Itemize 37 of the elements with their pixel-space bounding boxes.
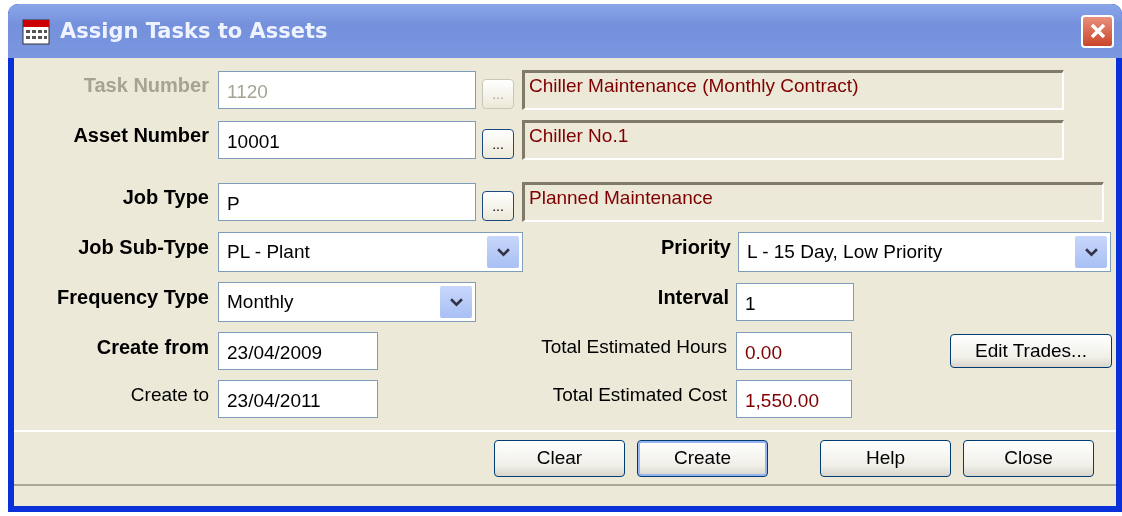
field-label: Total Estimated Hours (540, 335, 727, 358)
dialog-button[interactable]: Clear (494, 439, 625, 477)
field-label: Task Number (82, 73, 209, 97)
dialog-button[interactable]: Help (820, 439, 951, 477)
input-field[interactable]: 1,550.00 (736, 380, 852, 418)
input-field[interactable]: 0.00 (736, 332, 852, 370)
close-button[interactable] (1081, 14, 1114, 48)
field-label: Job Sub-Type (77, 235, 209, 259)
field-label: Total Estimated Cost (551, 383, 727, 406)
input-field[interactable]: 1 (736, 283, 854, 321)
date-field[interactable]: 23/04/2009 (218, 332, 378, 370)
field-label: Priority (659, 235, 731, 259)
dropdown-field[interactable]: Monthly (218, 282, 476, 322)
field-label: Asset Number (72, 123, 209, 147)
input-field[interactable]: P (218, 183, 476, 221)
chevron-icon (440, 286, 472, 318)
chevron-icon (1075, 236, 1107, 268)
dropdown-field[interactable]: L - 15 Day, Low Priority (738, 232, 1111, 272)
input-field[interactable]: 10001 (218, 121, 476, 159)
field-label: Create from (95, 335, 209, 359)
field-label: Interval (656, 285, 729, 309)
field-label: Job Type (121, 185, 209, 209)
edit-trades-button[interactable]: Edit Trades... (950, 334, 1112, 368)
description-field: Planned Maintenance (522, 182, 1104, 222)
description-field: Chiller No.1 (522, 120, 1064, 160)
window-title: Assign Tasks to Assets (60, 19, 329, 43)
description-field: Chiller Maintenance (Monthly Contract) (522, 70, 1064, 110)
date-field[interactable]: 23/04/2011 (218, 380, 378, 418)
dialog-button[interactable]: Close (963, 439, 1094, 477)
chevron-icon (487, 236, 519, 268)
browse-button[interactable]: ... (482, 191, 514, 221)
field-label: Frequency Type (56, 285, 209, 309)
field-label: Create to (129, 383, 209, 406)
calendar-icon (22, 17, 50, 45)
browse-button[interactable]: ... (482, 129, 514, 159)
dropdown-field[interactable]: PL - Plant (218, 232, 523, 272)
dialog-button[interactable]: Create (637, 439, 768, 477)
